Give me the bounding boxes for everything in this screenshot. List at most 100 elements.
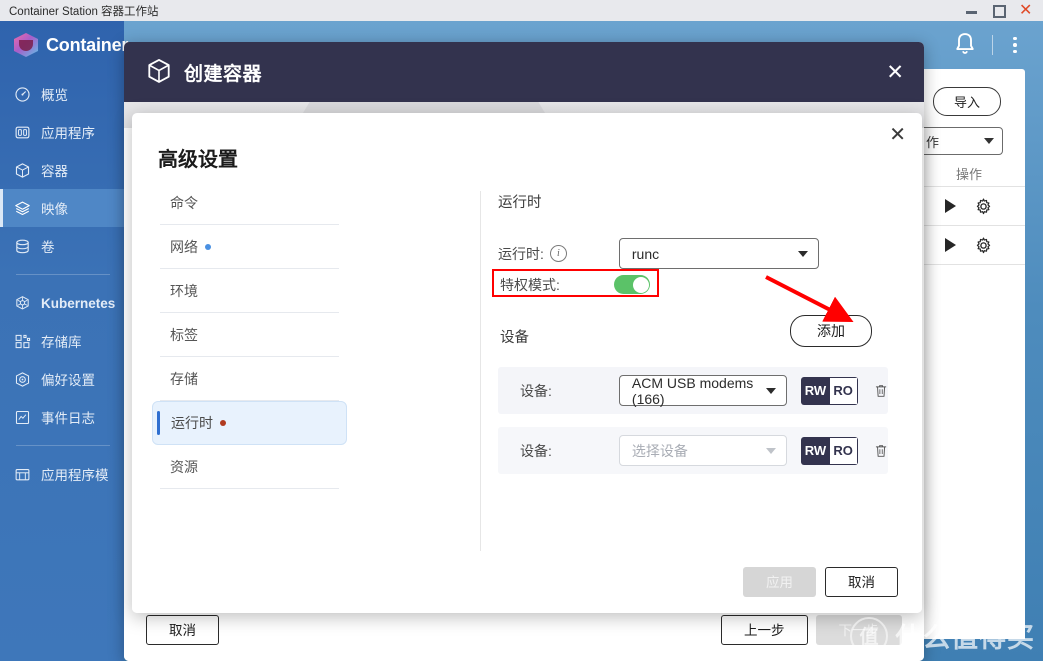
kubernetes-helm-icon: [14, 295, 31, 312]
runtime-select-value: runc: [632, 246, 659, 262]
sidebar-item-eventlog[interactable]: 事件日志: [0, 398, 124, 436]
device-select-value: ACM USB modems (166): [632, 375, 766, 407]
close-icon[interactable]: ✕: [889, 125, 906, 145]
gear-icon[interactable]: [974, 236, 993, 255]
sidebar-item-label: 应用程序模: [41, 464, 109, 484]
chevron-down-icon: [766, 448, 776, 454]
table-row[interactable]: [913, 187, 1025, 225]
gear-icon[interactable]: [974, 197, 993, 216]
advnav-label: 存储: [170, 369, 198, 389]
rw-segment[interactable]: RW: [801, 437, 829, 465]
chevron-down-icon: [798, 251, 808, 257]
advanced-settings-dialog: ✕ 高级设置 命令 网络 环境 标签 存储: [132, 113, 922, 613]
sidebar-item-label: 容器: [41, 160, 68, 180]
table-row[interactable]: [913, 226, 1025, 264]
sidebar-divider-1: [16, 274, 110, 275]
device-select[interactable]: 选择设备: [619, 435, 787, 466]
advanced-settings-footer: 应用 取消: [132, 551, 922, 613]
play-icon[interactable]: [945, 199, 956, 213]
runtime-select[interactable]: runc: [619, 238, 819, 269]
advnav-item-resources[interactable]: 资源: [152, 445, 347, 489]
device-select-placeholder: 选择设备: [632, 441, 688, 461]
window-controls: ✕: [965, 4, 1043, 17]
advnav-label: 环境: [170, 281, 198, 301]
cancel-button[interactable]: 取消: [146, 615, 219, 645]
sidebar-item-label: 偏好设置: [41, 369, 95, 389]
kebab-menu-icon[interactable]: [1005, 37, 1025, 54]
container-station-logo-icon: [14, 33, 38, 57]
info-icon[interactable]: i: [550, 245, 567, 262]
sidebar-divider-2: [16, 445, 110, 446]
sidebar-item-preferences[interactable]: 偏好设置: [0, 360, 124, 398]
previous-step-button[interactable]: 上一步: [721, 615, 808, 645]
cube-outline-icon: [146, 58, 172, 86]
advanced-settings-title: 高级设置: [158, 143, 238, 172]
device-row: 设备: 选择设备 RW RO: [498, 427, 888, 474]
device-select[interactable]: ACM USB modems (166): [619, 375, 787, 406]
sidebar-item-app-templates[interactable]: 应用程序模: [0, 455, 124, 493]
play-icon[interactable]: [945, 238, 956, 252]
sidebar-item-label: 映像: [41, 198, 68, 218]
advnav-item-command[interactable]: 命令: [152, 181, 347, 225]
runtime-section-title: 运行时: [498, 191, 902, 212]
bell-icon[interactable]: [950, 30, 980, 60]
trash-icon[interactable]: [874, 381, 888, 401]
create-container-header: 创建容器 ✕: [124, 42, 924, 102]
sidebar-item-volumes[interactable]: 卷: [0, 227, 124, 265]
ro-segment[interactable]: RO: [830, 377, 858, 405]
runtime-field-row: 运行时: i runc: [498, 238, 902, 269]
add-device-button[interactable]: 添加: [790, 315, 872, 347]
layers-icon: [14, 200, 31, 217]
app-template-icon: [14, 466, 31, 483]
advnav-label: 网络: [170, 237, 198, 257]
sidebar-item-applications[interactable]: 应用程序: [0, 113, 124, 151]
advnav-label: 运行时: [171, 413, 213, 433]
maximize-icon[interactable]: [992, 4, 1005, 17]
runtime-panel: 运行时 运行时: i runc 特权模式: 设备 添加 设备: ACM USB …: [498, 191, 902, 269]
advnav-item-runtime[interactable]: 运行时: [152, 401, 347, 445]
minimize-icon[interactable]: [965, 4, 978, 17]
import-button[interactable]: 导入: [933, 87, 1001, 116]
sidebar-item-containers[interactable]: 容器: [0, 151, 124, 189]
device-access-mode-toggle[interactable]: RW RO: [801, 437, 858, 465]
advnav-item-labels[interactable]: 标签: [152, 313, 347, 357]
action-select[interactable]: 作: [917, 127, 1003, 155]
device-access-mode-toggle[interactable]: RW RO: [801, 377, 858, 405]
ro-segment[interactable]: RO: [830, 437, 858, 465]
create-container-title: 创建容器: [184, 59, 262, 86]
privileged-mode-toggle[interactable]: [614, 275, 650, 294]
advnav-label: 命令: [170, 193, 198, 213]
cancel-button[interactable]: 取消: [825, 567, 898, 597]
window-title: Container Station 容器工作站: [0, 3, 159, 19]
log-icon: [14, 409, 31, 426]
sidebar-item-repository[interactable]: 存储库: [0, 322, 124, 360]
table-header-action: 操作: [913, 164, 1025, 183]
table-divider: [913, 264, 1025, 265]
sidebar-item-overview[interactable]: 概览: [0, 75, 124, 113]
chevron-down-icon: [766, 388, 776, 394]
devices-heading: 设备: [500, 326, 529, 347]
sidebar-item-label: 卷: [41, 236, 55, 256]
rw-segment[interactable]: RW: [801, 377, 829, 405]
privileged-mode-label: 特权模式:: [500, 275, 560, 295]
chevron-down-icon: [984, 138, 994, 144]
modified-dot-icon: [220, 420, 226, 426]
sidebar-item-label: Kubernetes: [41, 296, 115, 311]
topbar-actions: [950, 21, 1025, 69]
advnav-item-network[interactable]: 网络: [152, 225, 347, 269]
close-icon[interactable]: ✕: [886, 62, 904, 83]
trash-icon[interactable]: [874, 441, 888, 461]
device-label: 设备:: [498, 381, 619, 401]
apps-icon: [14, 124, 31, 141]
topbar-divider: [992, 35, 993, 55]
sidebar-item-kubernetes[interactable]: Kubernetes: [0, 284, 124, 322]
advnav-item-storage[interactable]: 存储: [152, 357, 347, 401]
advanced-settings-nav: 命令 网络 环境 标签 存储 运行时: [152, 181, 347, 489]
sidebar-item-images[interactable]: 映像: [0, 189, 124, 227]
container-cube-icon: [14, 162, 31, 179]
advanced-settings-vertical-divider: [480, 191, 481, 613]
close-icon[interactable]: ✕: [1019, 4, 1032, 17]
advnav-item-environment[interactable]: 环境: [152, 269, 347, 313]
device-label: 设备:: [498, 441, 619, 461]
app-background: Container 概览 应用程序: [0, 21, 1043, 661]
